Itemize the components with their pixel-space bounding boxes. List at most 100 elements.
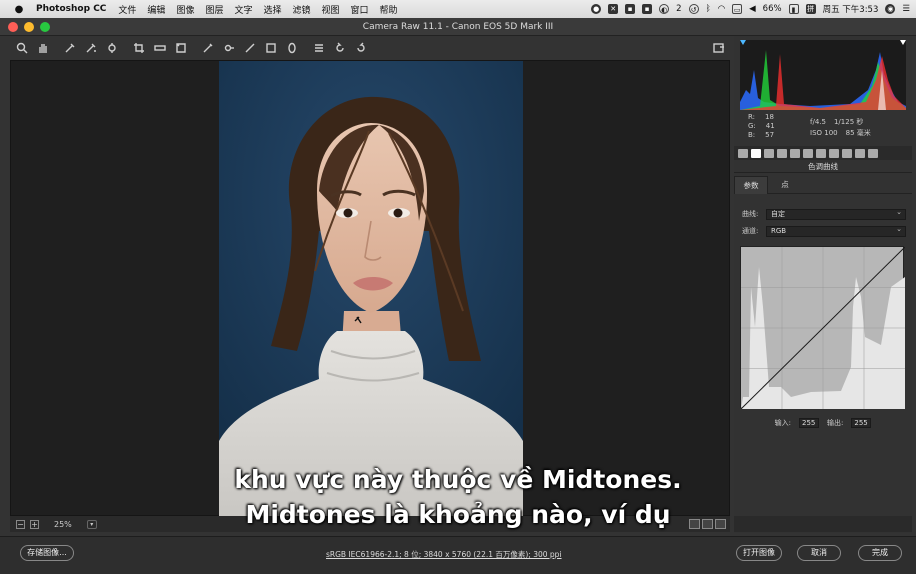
preferences-icon[interactable] [311, 41, 326, 56]
channel-select[interactable]: RGB [766, 225, 906, 237]
toggle-fullscreen-icon[interactable] [711, 40, 726, 55]
wechat-icon[interactable]: ◐ [659, 4, 670, 14]
menu-view[interactable]: 视图 [322, 3, 340, 16]
crop-tool-icon[interactable] [131, 41, 146, 56]
record-icon[interactable]: ● [591, 4, 602, 14]
menu-layer[interactable]: 图层 [205, 3, 223, 16]
bluetooth-icon[interactable]: ᛒ [706, 4, 711, 14]
image-canvas[interactable] [10, 60, 730, 517]
open-image-button[interactable]: 打开图像 [736, 545, 782, 561]
siri-icon[interactable]: ◉ [885, 4, 896, 14]
tab-parametric[interactable]: 参数 [734, 176, 768, 194]
minimize-window-button[interactable] [24, 22, 34, 32]
lens-corrections-panel-icon[interactable] [803, 148, 813, 158]
hsl-panel-icon[interactable] [777, 148, 787, 158]
channel-row: 通道: RGB [742, 225, 906, 237]
airplay-icon[interactable]: ▭ [732, 4, 743, 14]
window-titlebar: Camera Raw 11.1 - Canon EOS 5D Mark III [0, 18, 916, 36]
tone-curve-editor[interactable] [740, 246, 906, 410]
histogram [740, 40, 906, 110]
input-method-icon[interactable]: 拼 [805, 4, 816, 14]
iso: ISO 100 [810, 129, 838, 137]
color-sampler-tool-icon[interactable] [83, 41, 98, 56]
menu-image[interactable]: 图像 [176, 3, 194, 16]
transform-tool-icon[interactable] [173, 41, 188, 56]
effects-panel-icon[interactable] [829, 148, 839, 158]
menu-edit[interactable]: 编辑 [147, 3, 165, 16]
rotate-right-icon[interactable] [353, 41, 368, 56]
menu-select[interactable]: 选择 [263, 3, 281, 16]
save-image-button[interactable]: 存储图像... [20, 545, 74, 561]
camera-raw-app: ● Photoshop CC 文件 编辑 图像 图层 文字 选择 滤镜 视图 窗… [0, 0, 916, 574]
basic-panel-icon[interactable] [738, 148, 748, 158]
time-machine-icon[interactable]: ↺ [688, 4, 699, 14]
zoom-tool-icon[interactable] [14, 41, 29, 56]
g-value: 41 [765, 122, 775, 130]
close-window-button[interactable] [8, 22, 18, 32]
rotate-left-icon[interactable] [332, 41, 347, 56]
swap-settings-button[interactable] [702, 519, 713, 529]
transform-panel-icon[interactable] [816, 148, 826, 158]
input-value[interactable]: 255 [799, 418, 819, 428]
split-toning-panel-icon[interactable] [790, 148, 800, 158]
monitor-icon[interactable]: ▪ [625, 4, 636, 14]
targeted-adjustment-tool-icon[interactable] [104, 41, 119, 56]
graduated-filter-icon[interactable] [263, 41, 278, 56]
detail-panel-icon[interactable] [764, 148, 774, 158]
panel-footer [734, 516, 912, 532]
app-name-menu[interactable]: Photoshop CC [36, 4, 106, 14]
cancel-button[interactable]: 取消 [797, 545, 841, 561]
pixel-info: R: 18 G: 41 B: 57 f/4.5 1/125 秒 ISO 100 85 毫米 [740, 110, 906, 146]
output-value[interactable]: 255 [851, 418, 872, 428]
apple-icon[interactable]: ● [12, 4, 26, 15]
r-value: 18 [765, 113, 774, 121]
volume-icon[interactable]: ◀ [749, 4, 756, 14]
portrait-photo [219, 61, 523, 517]
menu-file[interactable]: 文件 [118, 3, 136, 16]
red-eye-tool-icon[interactable] [221, 41, 236, 56]
workflow-options-link[interactable]: sRGB IEC61966-2.1; 8 位; 3840 x 5760 (22.… [326, 549, 562, 560]
toggle-settings-button[interactable] [715, 519, 726, 529]
wifi-icon[interactable]: ◠ [718, 4, 725, 14]
histogram-graph [740, 40, 906, 110]
menu-type[interactable]: 文字 [234, 3, 252, 16]
battery-percent: 66% [762, 4, 782, 14]
app-tray-icon[interactable]: ✕ [608, 4, 619, 14]
snapshots-panel-icon[interactable] [868, 148, 878, 158]
curve-preset-select[interactable]: 自定 [766, 208, 906, 220]
before-after-view-button[interactable] [689, 519, 700, 529]
white-balance-tool-icon[interactable] [62, 41, 77, 56]
tone-curve-graph [740, 246, 906, 410]
clock[interactable]: 周五 下午3:53 [823, 3, 879, 15]
maximize-window-button[interactable] [40, 22, 50, 32]
menu-filter[interactable]: 滤镜 [293, 3, 311, 16]
zoom-out-button[interactable]: − [16, 519, 25, 529]
menu-window[interactable]: 窗口 [351, 3, 369, 16]
curve-label: 曲线: [742, 210, 759, 218]
presets-panel-icon[interactable] [855, 148, 865, 158]
bottom-bar: 存储图像... sRGB IEC61966-2.1; 8 位; 3840 x 5… [0, 536, 916, 574]
status-tray: ● ✕ ▪ ▪ ◐ 2 ↺ ᛒ ◠ ▭ ◀ 66% ▮ 拼 周五 下午3:53 … [591, 0, 910, 18]
zoom-in-button[interactable]: + [30, 519, 39, 529]
shadow-clipping-icon[interactable] [740, 40, 746, 45]
portrait-illustration [219, 61, 523, 517]
zoom-dropdown[interactable]: ▾ [86, 519, 97, 529]
curve-mode-tabs: 参数 点 [734, 176, 912, 194]
radial-filter-icon[interactable] [284, 41, 299, 56]
tone-curve-panel-icon[interactable] [751, 148, 761, 158]
adjustment-brush-icon[interactable] [242, 41, 257, 56]
mac-menubar: ● Photoshop CC 文件 编辑 图像 图层 文字 选择 滤镜 视图 窗… [0, 0, 916, 18]
notification-center-icon[interactable]: ☰ [902, 4, 910, 14]
done-button[interactable]: 完成 [858, 545, 902, 561]
output-label: 输出: [827, 419, 844, 427]
highlight-clipping-icon[interactable] [900, 40, 906, 45]
spot-removal-tool-icon[interactable] [200, 41, 215, 56]
hand-tool-icon[interactable] [35, 41, 50, 56]
menu-help[interactable]: 帮助 [380, 3, 398, 16]
straighten-tool-icon[interactable] [152, 41, 167, 56]
calibration-panel-icon[interactable] [842, 148, 852, 158]
tab-point[interactable]: 点 [768, 176, 802, 194]
focal-length: 85 毫米 [845, 129, 871, 137]
battery-icon[interactable]: ▮ [788, 4, 799, 14]
app-tray-icon-2[interactable]: ▪ [642, 4, 653, 14]
